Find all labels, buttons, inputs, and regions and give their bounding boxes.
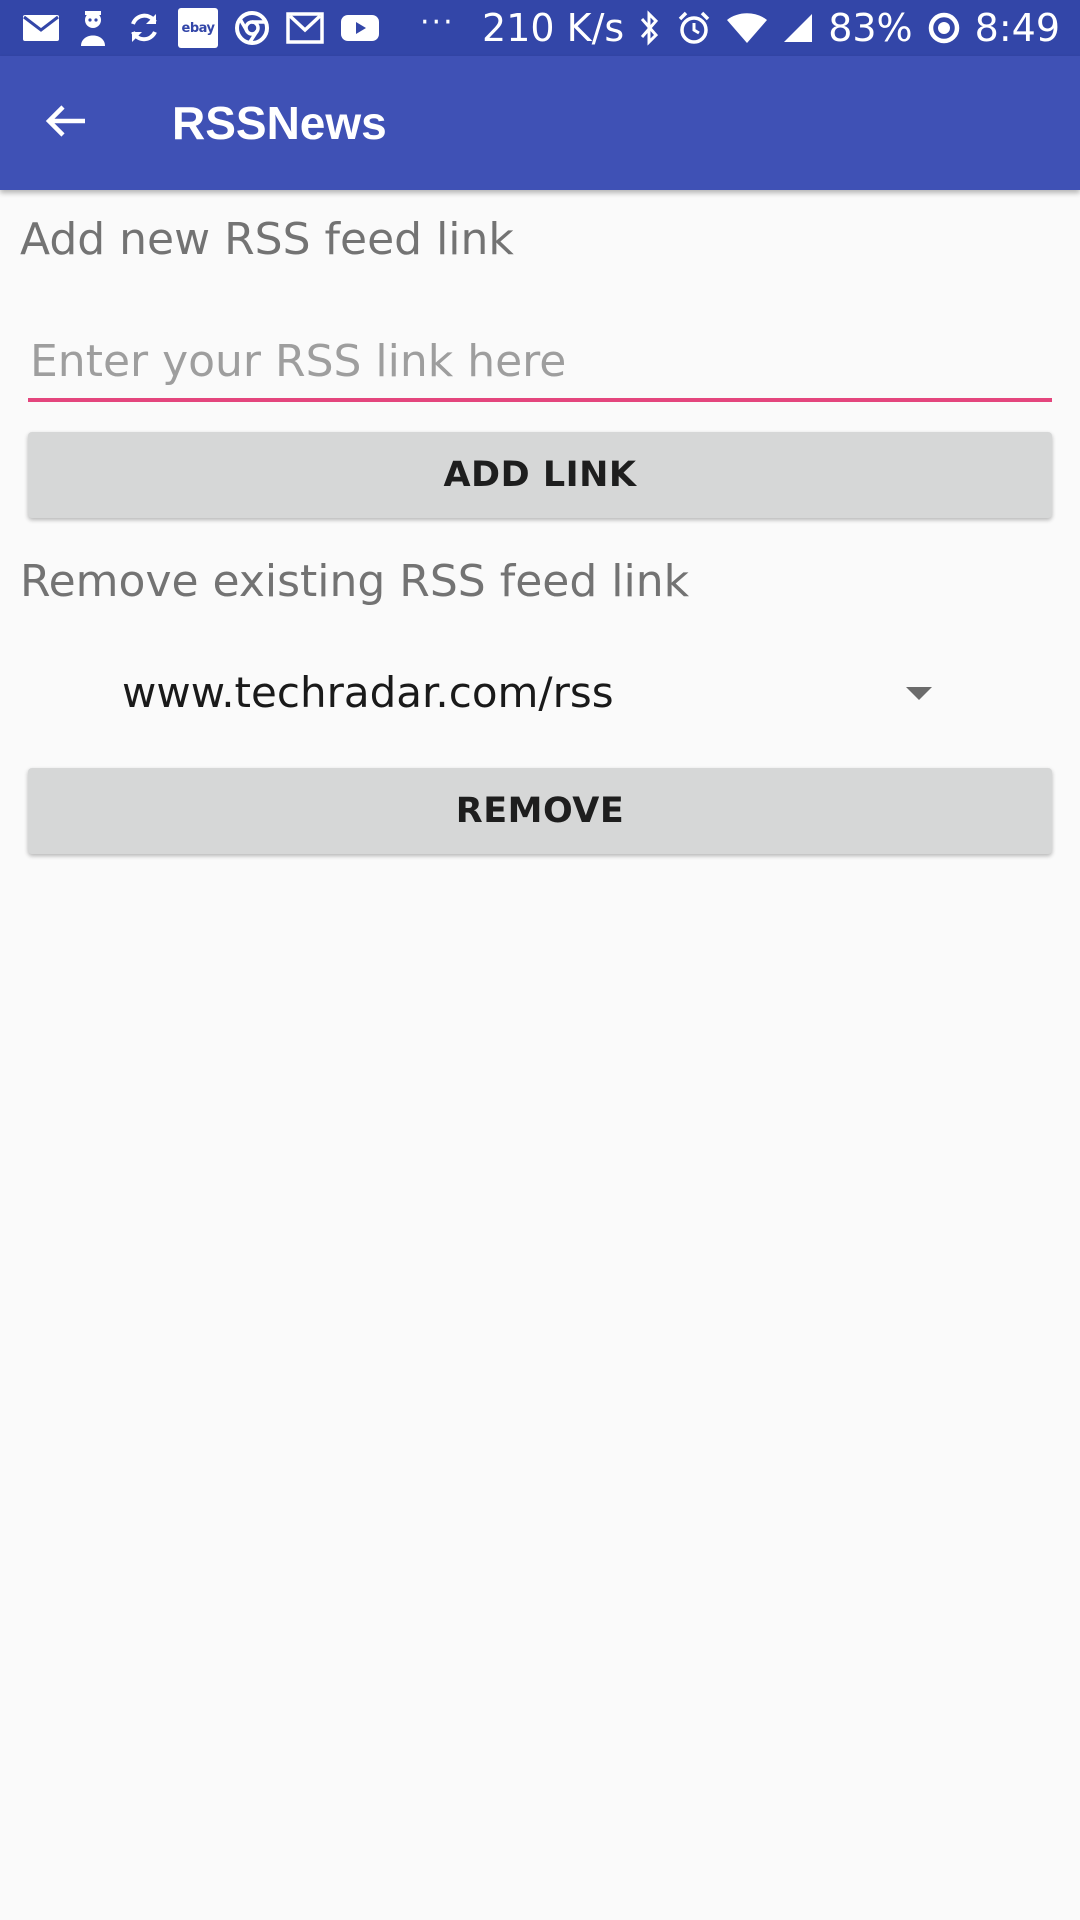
- notification-icons: ebay ···: [22, 4, 465, 50]
- dropdown-arrow-icon: [906, 686, 932, 705]
- remove-feed-label: Remove existing RSS feed link: [20, 556, 690, 607]
- rss-link-input[interactable]: [28, 330, 1052, 402]
- bluetooth-icon: [638, 6, 662, 50]
- add-link-button[interactable]: ADD LINK: [28, 432, 1052, 518]
- cell-signal-icon: [782, 6, 814, 50]
- app-title: RSSNews: [172, 97, 387, 149]
- battery-percent: 83%: [828, 6, 913, 50]
- status-bar: ebay ··· 210 K/s 83% 8:49: [0, 0, 1080, 56]
- youtube-icon: [340, 6, 380, 50]
- alarm-icon: [676, 6, 712, 50]
- chrome-icon: [234, 6, 270, 50]
- mascot-icon: [76, 6, 110, 50]
- back-arrow-icon: [45, 103, 87, 143]
- app-bar: RSSNews: [0, 56, 1080, 190]
- net-speed: 210 K/s: [482, 6, 625, 50]
- clock: 8:49: [974, 6, 1060, 50]
- mail-icon: [22, 6, 60, 50]
- selected-feed: www.techradar.com/rss: [122, 668, 614, 717]
- wifi-icon: [726, 6, 768, 50]
- remove-button[interactable]: REMOVE: [28, 768, 1052, 854]
- add-feed-label: Add new RSS feed link: [20, 214, 514, 265]
- back-button[interactable]: [34, 91, 98, 155]
- ebay-icon: ebay: [178, 6, 218, 50]
- system-status: 210 K/s 83% 8:49: [482, 6, 1060, 50]
- gmail-icon: [286, 6, 324, 50]
- battery-ring-icon: [927, 6, 961, 50]
- overflow-dots: ···: [420, 4, 455, 40]
- ebay-label: ebay: [178, 8, 218, 48]
- sync-icon: [126, 6, 162, 50]
- feed-dropdown[interactable]: www.techradar.com/rss: [28, 650, 1052, 736]
